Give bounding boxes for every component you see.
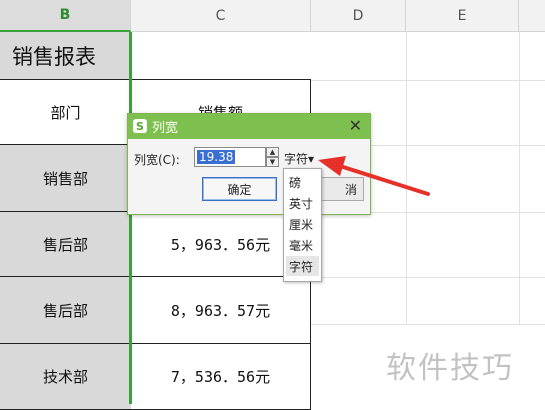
watermark: 软件技巧 — [386, 351, 514, 386]
arrow-head — [318, 156, 346, 176]
arrow-shaft — [338, 164, 430, 196]
